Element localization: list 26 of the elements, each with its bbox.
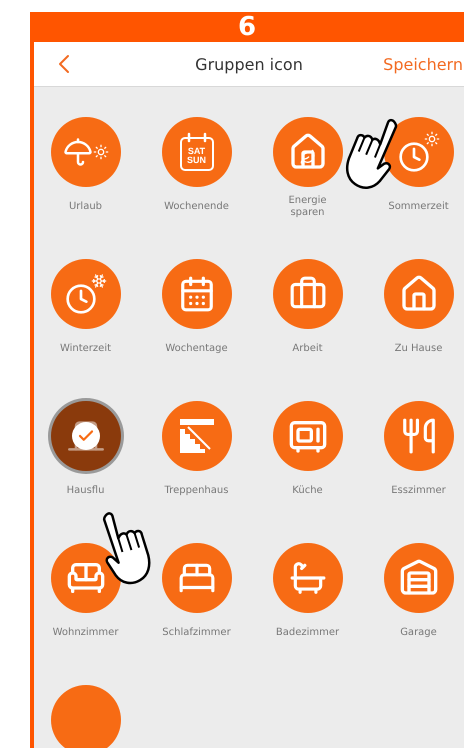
icon-label: Hausflu [66,484,104,498]
clock-snowflake-icon [64,273,106,315]
icon-label: Wochentage [165,342,228,356]
icon-label: Schlafzimmer [162,626,231,640]
icon-label: Küche [292,484,323,498]
icon-label: Energie sparen [287,194,328,220]
icon-label: Wochenende [164,200,229,214]
stairs-icon [178,417,216,455]
nav-title: Gruppen icon [195,54,303,74]
clock-sun-icon [398,131,440,173]
check-icon [72,422,100,450]
icon-label: Treppenhaus [164,484,228,498]
bath-icon [288,559,326,597]
save-button[interactable]: Speichern [383,54,464,74]
icon-label: Wohnzimmer [52,626,118,640]
icon-label: Zu Hause [394,342,442,356]
group-icon-option[interactable]: SAT SUN [162,117,232,187]
icon-label: Garage [400,626,437,640]
icon-label: Sommerzeit [388,200,449,214]
step-number: 6 [238,12,256,42]
icon-label: Badezimmer [276,626,340,640]
group-icon-option[interactable] [50,401,120,471]
icon-label: Esszimmer [391,484,446,498]
icon-label: Arbeit [292,342,323,356]
icon-label: Winterzeit [60,342,112,356]
icon-label: Urlaub [68,200,102,214]
